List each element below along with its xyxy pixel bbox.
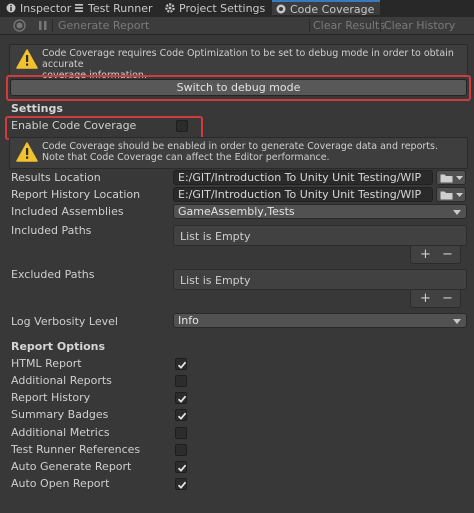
html-report-label: HTML Report bbox=[11, 357, 82, 370]
tab-label: Inspector bbox=[20, 2, 72, 15]
chevron-down-icon bbox=[456, 193, 463, 197]
list-icon bbox=[74, 1, 84, 12]
tab-label: Project Settings bbox=[179, 2, 266, 15]
additional-reports-label: Additional Reports bbox=[11, 374, 112, 387]
log-verbosity-value: Info bbox=[178, 314, 199, 327]
tab-label: Test Runner bbox=[88, 2, 153, 15]
enable-coverage-warning-text: Code Coverage should be enabled in order… bbox=[42, 141, 462, 163]
tab-code-coverage[interactable]: Code Coverage bbox=[272, 0, 380, 16]
auto-open-report-label: Auto Open Report bbox=[11, 477, 110, 490]
toolbar-separator bbox=[52, 19, 53, 32]
checkmark-icon bbox=[177, 481, 187, 489]
warning-icon bbox=[16, 142, 38, 162]
included-assemblies-dropdown[interactable]: GameAssembly,Tests bbox=[173, 204, 467, 219]
generate-report-button[interactable]: Generate Report bbox=[58, 17, 149, 34]
report-history-browse-button[interactable] bbox=[436, 187, 466, 202]
record-icon[interactable] bbox=[13, 19, 26, 32]
add-item-button[interactable]: + bbox=[420, 292, 431, 305]
folder-icon bbox=[440, 174, 453, 183]
pause-icon[interactable] bbox=[38, 20, 48, 31]
toolbar-separator bbox=[309, 19, 310, 32]
test-runner-references-checkbox[interactable] bbox=[175, 444, 187, 456]
toolbar-separator bbox=[380, 19, 381, 32]
remove-item-button[interactable]: − bbox=[442, 248, 453, 261]
report-history-location-label: Report History Location bbox=[11, 188, 141, 201]
remove-item-button[interactable]: − bbox=[442, 292, 453, 305]
additional-metrics-label: Additional Metrics bbox=[11, 426, 110, 439]
included-assemblies-value: GameAssembly,Tests bbox=[178, 205, 295, 218]
test-runner-references-label: Test Runner References bbox=[11, 443, 141, 456]
report-history-checkbox[interactable] bbox=[175, 392, 187, 404]
gear-icon bbox=[165, 1, 175, 13]
excluded-paths-label: Excluded Paths bbox=[11, 268, 95, 281]
included-assemblies-label: Included Assemblies bbox=[11, 205, 124, 218]
settings-header: Settings bbox=[11, 102, 63, 115]
excluded-paths-footer: + − bbox=[410, 290, 461, 308]
results-location-label: Results Location bbox=[11, 171, 101, 184]
additional-reports-checkbox[interactable] bbox=[175, 375, 187, 387]
tab-test-runner[interactable]: Test Runner bbox=[74, 0, 153, 17]
included-paths-footer: + − bbox=[410, 246, 461, 264]
clear-history-button[interactable]: Clear History bbox=[384, 17, 455, 34]
chevron-down-icon bbox=[453, 319, 461, 324]
excluded-paths-list: List is Empty bbox=[173, 269, 467, 290]
report-history-location-field[interactable]: E:/GIT/Introduction To Unity Unit Testin… bbox=[173, 187, 433, 202]
warning-icon bbox=[16, 49, 38, 69]
report-options-header: Report Options bbox=[11, 340, 106, 353]
auto-generate-report-label: Auto Generate Report bbox=[11, 460, 132, 473]
warning-line: Code Coverage should be enabled in order… bbox=[42, 141, 438, 152]
clear-results-button[interactable]: Clear Results bbox=[313, 17, 385, 34]
checkmark-icon bbox=[177, 412, 187, 420]
checkmark-icon bbox=[177, 464, 187, 472]
checkmark-icon bbox=[177, 395, 187, 403]
results-location-field[interactable]: E:/GIT/Introduction To Unity Unit Testin… bbox=[173, 170, 433, 185]
log-verbosity-dropdown[interactable]: Info bbox=[173, 313, 467, 328]
excluded-paths-empty-text: List is Empty bbox=[180, 274, 251, 287]
switch-to-debug-mode-button[interactable]: Switch to debug mode bbox=[10, 79, 467, 96]
tab-inspector[interactable]: Inspector bbox=[6, 0, 71, 17]
add-item-button[interactable]: + bbox=[420, 248, 431, 261]
chevron-down-icon bbox=[456, 176, 463, 180]
summary-badges-label: Summary Badges bbox=[11, 408, 109, 421]
chevron-down-icon bbox=[453, 210, 461, 215]
summary-badges-checkbox[interactable] bbox=[175, 409, 187, 421]
included-paths-list: List is Empty bbox=[173, 225, 467, 246]
warning-line: Code Coverage requires Code Optimization… bbox=[42, 48, 454, 70]
warning-line: Note that Code Coverage can affect the E… bbox=[42, 152, 330, 163]
enable-code-coverage-label: Enable Code Coverage bbox=[11, 119, 137, 132]
log-verbosity-label: Log Verbosity Level bbox=[11, 315, 118, 328]
included-paths-empty-text: List is Empty bbox=[180, 230, 251, 243]
additional-metrics-checkbox[interactable] bbox=[175, 427, 187, 439]
html-report-checkbox[interactable] bbox=[175, 358, 187, 370]
included-paths-label: Included Paths bbox=[11, 224, 92, 237]
tab-project-settings[interactable]: Project Settings bbox=[165, 0, 265, 17]
results-location-browse-button[interactable] bbox=[436, 170, 466, 185]
code-coverage-icon bbox=[276, 3, 286, 14]
tab-label: Code Coverage bbox=[290, 3, 375, 16]
checkmark-icon bbox=[177, 361, 187, 369]
info-icon bbox=[6, 1, 16, 13]
auto-open-report-checkbox[interactable] bbox=[175, 478, 187, 490]
report-history-label: Report History bbox=[11, 391, 91, 404]
enable-code-coverage-checkbox[interactable] bbox=[176, 120, 188, 132]
folder-icon bbox=[440, 191, 453, 200]
auto-generate-report-checkbox[interactable] bbox=[175, 461, 187, 473]
